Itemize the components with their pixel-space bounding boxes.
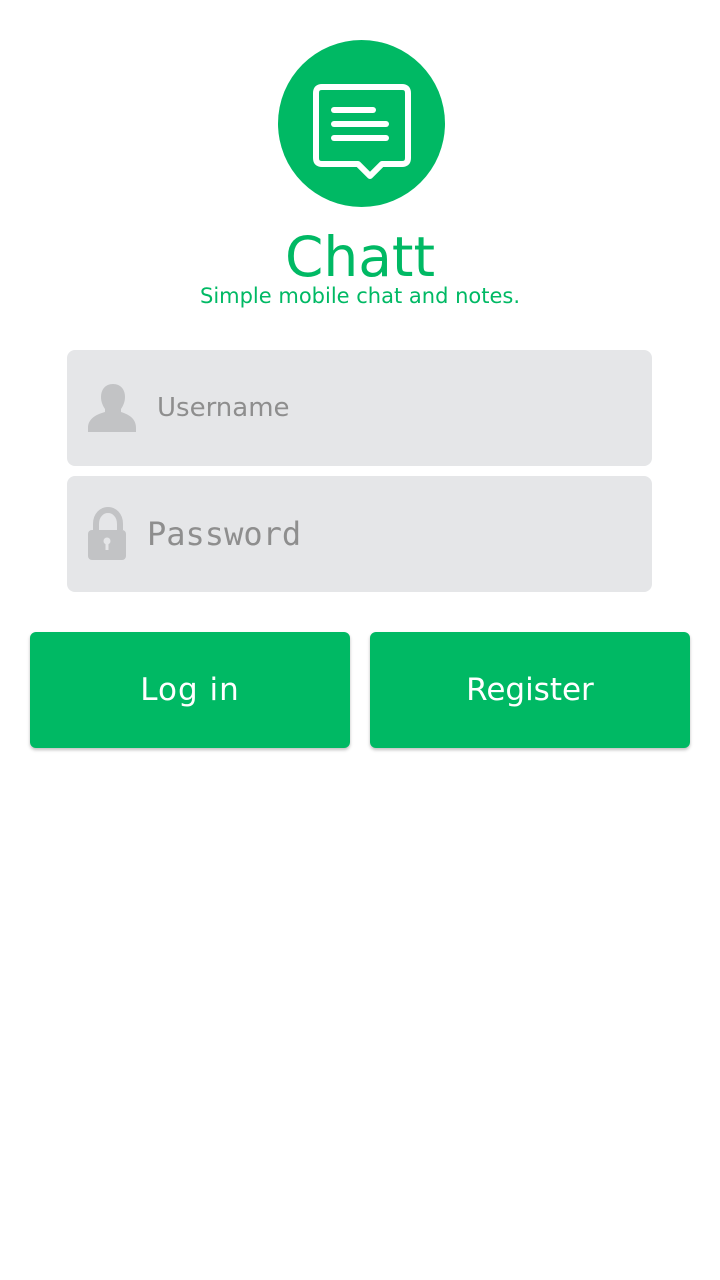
username-input[interactable] bbox=[157, 350, 577, 466]
username-field[interactable] bbox=[67, 350, 652, 466]
user-icon bbox=[88, 384, 136, 432]
app-subtitle: Simple mobile chat and notes. bbox=[199, 284, 521, 308]
lock-icon bbox=[88, 506, 126, 560]
password-field[interactable] bbox=[67, 476, 652, 592]
chat-bubble-icon bbox=[313, 84, 411, 179]
password-input[interactable] bbox=[147, 476, 567, 592]
login-button[interactable]: Log in bbox=[30, 632, 350, 748]
register-button[interactable]: Register bbox=[370, 632, 690, 748]
app-logo bbox=[278, 40, 445, 207]
